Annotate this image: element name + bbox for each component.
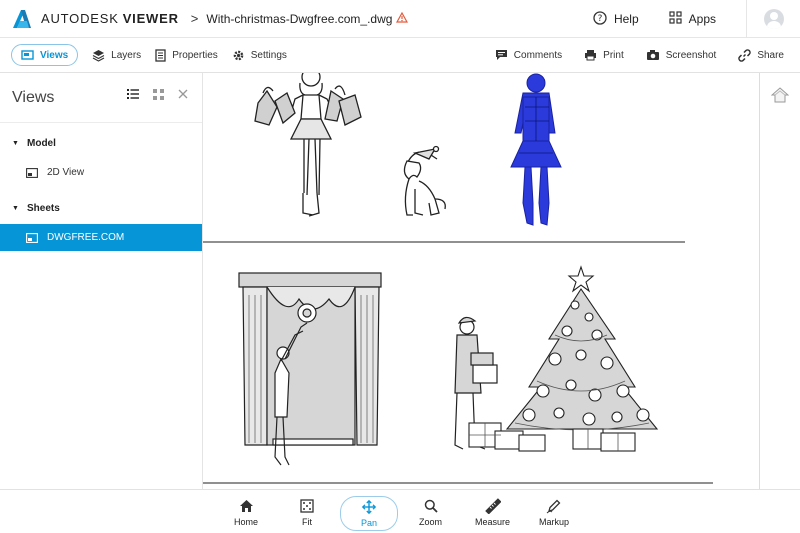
app-header: AUTODESK VIEWER > With-christmas-Dwgfree.… (0, 0, 800, 38)
gear-icon (232, 49, 245, 62)
caret-down-icon: ▼ (12, 204, 19, 212)
zoom-magnifier-icon (424, 498, 438, 514)
pan-button[interactable]: Pan (340, 496, 398, 531)
views-tree: ▼ Model 2D View ▼ Sheets DWGFREE.COM (0, 133, 202, 251)
home-button[interactable]: Home (234, 498, 258, 527)
tree-item-label: DWGFREE.COM (47, 232, 125, 243)
viewcube-column (759, 73, 800, 489)
user-menu[interactable] (746, 0, 800, 38)
pan-arrows-icon (362, 499, 376, 515)
views-panel: Views ▼ Model 2D View ▼ Sheets DWGFREE.C… (0, 73, 203, 489)
dwg-drawing (203, 73, 713, 484)
sheet-thumbnail-icon (26, 232, 38, 243)
woman-with-bags-figure (254, 73, 362, 217)
apps-button[interactable]: Apps (669, 11, 716, 27)
list-view-icon[interactable] (127, 89, 139, 100)
pan-label: Pan (360, 518, 377, 528)
share-label: Share (757, 49, 784, 61)
layers-tab[interactable]: Layers (92, 44, 141, 66)
properties-tab[interactable]: Properties (155, 44, 218, 66)
markup-label: Markup (539, 517, 570, 527)
zoom-label: Zoom (419, 517, 443, 527)
apps-grid-icon (669, 11, 682, 27)
home-view-icon[interactable] (770, 87, 790, 108)
views-panel-header: Views (0, 73, 202, 123)
layers-icon (92, 49, 105, 62)
main-toolbar: Views Layers Properties Settings Comment… (0, 38, 800, 73)
views-tab-label: Views (40, 49, 69, 61)
settings-tab[interactable]: Settings (232, 44, 287, 66)
dog-with-santa-hat-figure (403, 145, 446, 216)
fit-to-view-icon (300, 498, 314, 514)
navigation-toolbar: Home Fit Pan Zoom Measure Markup (0, 489, 800, 533)
link-icon (738, 48, 752, 62)
views-tab[interactable]: Views (11, 44, 79, 66)
tree-group-label: Model (27, 137, 56, 149)
close-icon[interactable] (178, 89, 188, 100)
view-thumbnail-icon (26, 167, 38, 178)
camera-icon (646, 49, 660, 61)
help-button[interactable]: ? Help (593, 10, 639, 28)
tree-item-2d-view[interactable]: 2D View (0, 159, 202, 186)
properties-icon (155, 48, 166, 62)
apps-label: Apps (688, 12, 716, 26)
home-label: Home (234, 517, 259, 527)
selected-woman-with-gifts-figure (510, 73, 562, 226)
comments-label: Comments (513, 49, 563, 61)
comments-button[interactable]: Comments (495, 44, 562, 66)
measure-button[interactable]: Measure (475, 498, 510, 527)
screenshot-label: Screenshot (665, 49, 717, 61)
comment-icon (495, 49, 508, 61)
grid-view-icon[interactable] (153, 89, 164, 100)
tree-item-label: 2D View (47, 167, 85, 178)
markup-button[interactable]: Markup (539, 498, 569, 527)
tree-group-sheets[interactable]: ▼ Sheets (0, 198, 202, 218)
share-button[interactable]: Share (738, 44, 784, 66)
breadcrumb-separator: > (190, 11, 199, 26)
caret-down-icon: ▼ (12, 139, 19, 147)
help-icon: ? (593, 10, 607, 28)
print-label: Print (603, 49, 624, 61)
fit-button[interactable]: Fit (300, 498, 314, 527)
christmas-tree-figure (468, 265, 659, 452)
avatar (763, 9, 784, 29)
drawing-canvas[interactable] (203, 73, 759, 489)
properties-tab-label: Properties (172, 49, 218, 61)
measure-label: Measure (475, 517, 511, 527)
autodesk-logo[interactable]: AUTODESK VIEWER (12, 9, 179, 29)
settings-tab-label: Settings (250, 49, 287, 61)
layers-tab-label: Layers (111, 49, 142, 61)
help-label: Help (613, 12, 639, 26)
screenshot-button[interactable]: Screenshot (646, 44, 717, 66)
markup-pen-icon (546, 498, 562, 514)
printer-icon (584, 49, 597, 61)
ruler-icon (484, 498, 501, 514)
tree-group-label: Sheets (27, 202, 60, 214)
fit-label: Fit (302, 517, 312, 527)
home-icon (239, 498, 254, 514)
file-name[interactable]: With-christmas-Dwgfree.com_.dwg (206, 12, 392, 26)
warning-icon[interactable] (396, 11, 409, 26)
svg-text:?: ? (598, 14, 603, 24)
app-brand: AUTODESK VIEWER (41, 11, 179, 26)
panel-title: Views (12, 88, 55, 106)
tree-group-model[interactable]: ▼ Model (0, 133, 202, 153)
window-curtain-woman-figure (238, 272, 382, 466)
autodesk-logo-icon (13, 9, 31, 28)
zoom-button[interactable]: Zoom (419, 498, 442, 527)
tree-item-dwgfree-sheet[interactable]: DWGFREE.COM (0, 224, 202, 251)
print-button[interactable]: Print (584, 44, 624, 66)
views-icon (21, 49, 34, 61)
